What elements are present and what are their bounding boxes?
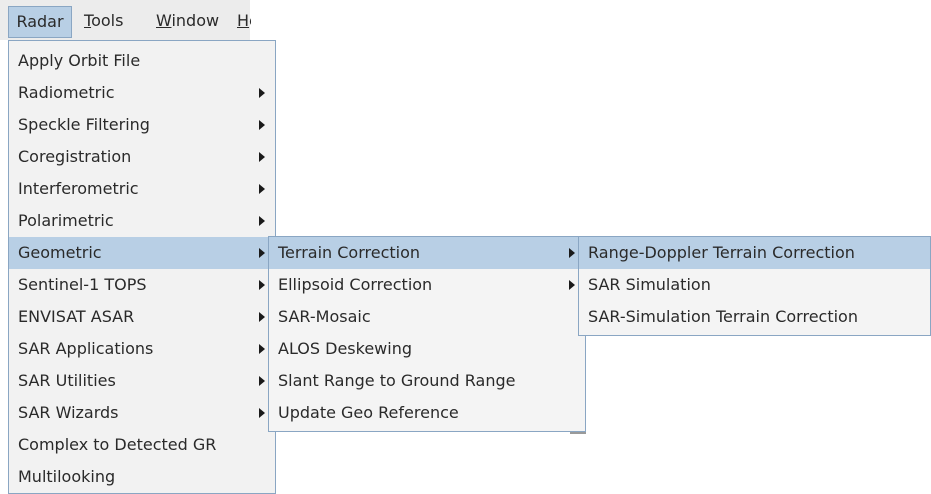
menu-item-label: Geometric bbox=[18, 243, 102, 262]
menu-window-mnemonic: W bbox=[156, 11, 172, 30]
menu-item-label: Range-Doppler Terrain Correction bbox=[588, 243, 855, 262]
menu-item-sar-applications[interactable]: SAR Applications bbox=[9, 333, 275, 365]
menu-item-multilooking[interactable]: Multilooking bbox=[9, 461, 275, 493]
menu-item-label: Coregistration bbox=[18, 147, 132, 166]
radar-dropdown-menu: Apply Orbit File Radiometric Speckle Filte… bbox=[8, 40, 276, 494]
menu-item-label: SAR-Simulation Terrain Correction bbox=[588, 307, 858, 326]
chevron-right-icon bbox=[259, 184, 265, 194]
menu-item-label: Update Geo Reference bbox=[278, 403, 459, 422]
menu-bar: Radar Tools Window He bbox=[0, 0, 251, 40]
menu-help[interactable]: He bbox=[236, 6, 251, 36]
menu-item-label: Sentinel-1 TOPS bbox=[18, 275, 147, 294]
chevron-right-icon bbox=[259, 280, 265, 290]
chevron-right-icon bbox=[569, 280, 575, 290]
menu-item-ellipsoid-correction[interactable]: Ellipsoid Correction bbox=[269, 269, 585, 301]
chevron-right-icon bbox=[259, 248, 265, 258]
menu-item-slant-range-to-ground-range[interactable]: Slant Range to Ground Range bbox=[269, 365, 585, 397]
menu-item-complex-to-detected-gr[interactable]: Complex to Detected GR bbox=[9, 429, 275, 461]
menu-help-mnemonic: H bbox=[237, 11, 250, 30]
menu-item-label: ENVISAT ASAR bbox=[18, 307, 135, 326]
menu-item-label: Multilooking bbox=[18, 467, 116, 486]
menu-tools-mnemonic: T bbox=[84, 11, 92, 30]
menu-item-sar-simulation-terrain-correction[interactable]: SAR-Simulation Terrain Correction bbox=[579, 301, 930, 333]
chevron-right-icon bbox=[259, 312, 265, 322]
menu-item-sentinel-1-tops[interactable]: Sentinel-1 TOPS bbox=[9, 269, 275, 301]
menu-item-label: Polarimetric bbox=[18, 211, 114, 230]
menu-item-label: SAR Wizards bbox=[18, 403, 119, 422]
chevron-right-icon bbox=[259, 376, 265, 386]
menu-item-label: SAR Simulation bbox=[588, 275, 711, 294]
chevron-right-icon bbox=[259, 408, 265, 418]
menu-item-sar-wizards[interactable]: SAR Wizards bbox=[9, 397, 275, 429]
menu-window-label: indow bbox=[171, 11, 220, 30]
menu-item-sar-utilities[interactable]: SAR Utilities bbox=[9, 365, 275, 397]
menu-item-label: SAR Applications bbox=[18, 339, 154, 358]
menu-item-apply-orbit-file[interactable]: Apply Orbit File bbox=[9, 45, 275, 77]
menu-item-label: Apply Orbit File bbox=[18, 51, 141, 70]
chevron-right-icon bbox=[259, 152, 265, 162]
chevron-right-icon bbox=[259, 88, 265, 98]
geometric-submenu: Terrain Correction Ellipsoid Correction SA… bbox=[268, 236, 586, 432]
menu-item-label: Radiometric bbox=[18, 83, 115, 102]
menu-item-label: Slant Range to Ground Range bbox=[278, 371, 516, 390]
menu-item-geometric[interactable]: Geometric bbox=[9, 237, 275, 269]
menu-item-label: ALOS Deskewing bbox=[278, 339, 412, 358]
menu-item-label: SAR Utilities bbox=[18, 371, 116, 390]
menu-item-terrain-correction[interactable]: Terrain Correction bbox=[269, 237, 585, 269]
menu-item-label: Complex to Detected GR bbox=[18, 435, 217, 454]
menu-item-interferometric[interactable]: Interferometric bbox=[9, 173, 275, 205]
menu-item-sar-simulation[interactable]: SAR Simulation bbox=[579, 269, 930, 301]
menu-tools[interactable]: Tools bbox=[78, 6, 129, 36]
terrain-correction-submenu: Range-Doppler Terrain Correction SAR Simu… bbox=[578, 236, 931, 336]
menu-item-alos-deskewing[interactable]: ALOS Deskewing bbox=[269, 333, 585, 365]
menu-item-speckle-filtering[interactable]: Speckle Filtering bbox=[9, 109, 275, 141]
menu-help-label: e bbox=[249, 11, 251, 30]
menu-item-coregistration[interactable]: Coregistration bbox=[9, 141, 275, 173]
submenu-shadow bbox=[570, 432, 586, 434]
menu-item-label: Speckle Filtering bbox=[18, 115, 150, 134]
menu-item-envisat-asar[interactable]: ENVISAT ASAR bbox=[9, 301, 275, 333]
chevron-right-icon bbox=[259, 120, 265, 130]
chevron-right-icon bbox=[259, 344, 265, 354]
menu-item-sar-mosaic[interactable]: SAR-Mosaic bbox=[269, 301, 585, 333]
menu-radar[interactable]: Radar bbox=[8, 6, 72, 38]
menu-tools-label: ools bbox=[91, 11, 124, 30]
menu-item-label: SAR-Mosaic bbox=[278, 307, 371, 326]
menu-item-label: Ellipsoid Correction bbox=[278, 275, 433, 294]
chevron-right-icon bbox=[569, 248, 575, 258]
menu-item-range-doppler-terrain-correction[interactable]: Range-Doppler Terrain Correction bbox=[579, 237, 930, 269]
chevron-right-icon bbox=[259, 216, 265, 226]
menu-item-label: Terrain Correction bbox=[278, 243, 421, 262]
menu-item-update-geo-reference[interactable]: Update Geo Reference bbox=[269, 397, 585, 429]
menu-window[interactable]: Window bbox=[150, 6, 225, 36]
menu-item-polarimetric[interactable]: Polarimetric bbox=[9, 205, 275, 237]
menu-item-label: Interferometric bbox=[18, 179, 139, 198]
menu-item-radiometric[interactable]: Radiometric bbox=[9, 77, 275, 109]
